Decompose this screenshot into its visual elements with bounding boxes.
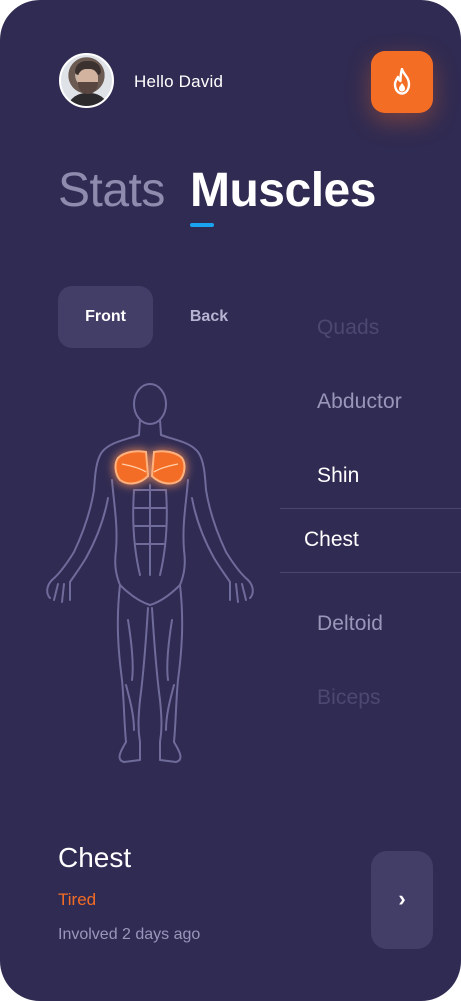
fire-button[interactable] xyxy=(371,51,433,113)
muscle-item-abductor[interactable]: Abductor xyxy=(317,390,402,414)
app-screen: Hello David Stats Muscles Front Back Qua… xyxy=(0,0,461,1001)
tab-muscles[interactable]: Muscles xyxy=(190,163,376,218)
muscle-item-quads[interactable]: Quads xyxy=(317,316,379,340)
next-button[interactable]: › xyxy=(371,851,433,949)
muscle-item-shin[interactable]: Shin xyxy=(317,464,359,488)
avatar[interactable] xyxy=(59,53,114,108)
back-toggle-button[interactable]: Back xyxy=(178,286,240,348)
greeting-text: Hello David xyxy=(134,72,224,91)
last-involved-text: Involved 2 days ago xyxy=(58,926,201,943)
muscle-item-deltoid[interactable]: Deltoid xyxy=(317,612,383,636)
active-tab-indicator xyxy=(190,223,214,227)
front-toggle-button[interactable]: Front xyxy=(58,286,153,348)
muscle-status: Tired xyxy=(58,890,97,909)
muscle-item-selected-row[interactable]: Chest xyxy=(280,508,461,573)
chevron-right-icon: › xyxy=(398,886,406,911)
tab-stats[interactable]: Stats xyxy=(58,163,165,218)
muscle-item-chest: Chest xyxy=(304,528,359,551)
muscle-item-biceps[interactable]: Biceps xyxy=(317,686,381,710)
muscle-body-diagram xyxy=(46,383,254,763)
fire-icon xyxy=(393,68,411,95)
selected-muscle-title: Chest xyxy=(58,842,132,873)
chest-highlight xyxy=(114,450,186,485)
